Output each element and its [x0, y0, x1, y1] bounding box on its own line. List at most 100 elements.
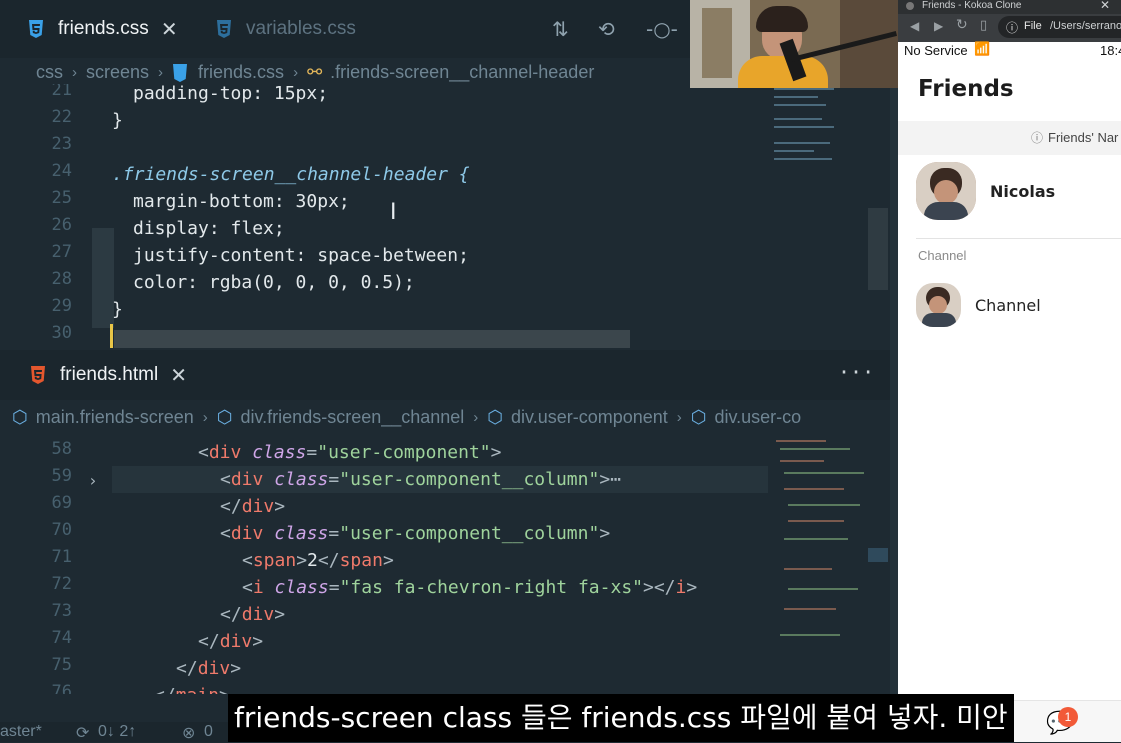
section-label: Channel [918, 248, 967, 263]
chevron-right-icon: › [158, 64, 164, 81]
user-name[interactable]: Nicolas [990, 182, 1055, 201]
code-line: </div> [176, 658, 242, 679]
breadcrumb-item[interactable]: main.friends-screen [36, 407, 194, 428]
page-title: Friends [918, 76, 1014, 102]
line-number: 21 [51, 84, 72, 100]
breadcrumb-item[interactable]: screens [86, 62, 149, 83]
minimap[interactable] [768, 84, 868, 174]
bottom-editor-tabbar: friends.html ✕ ··· [0, 350, 890, 400]
html-code-area[interactable]: › 58 59 69 70 71 72 73 74 75 76 <div cla… [0, 438, 890, 694]
text-cursor [110, 324, 113, 348]
cube-icon: ⬡ [216, 407, 233, 427]
chevron-right-icon: › [202, 409, 208, 426]
tab-label: friends.html [60, 364, 159, 385]
chevron-right-icon: › [293, 64, 299, 81]
line-number: 23 [51, 134, 72, 154]
line-number: 72 [51, 574, 72, 594]
tab-friends-css[interactable]: friends.css ✕ [28, 0, 178, 58]
chevron-right-icon: › [72, 64, 77, 81]
address-bar[interactable]: ⓘ File /Users/serrano [998, 16, 1121, 38]
breadcrumb-item[interactable]: friends.css [198, 62, 284, 83]
address-scheme: File [1024, 20, 1042, 32]
notice-text: Friends' Nar [1048, 130, 1119, 145]
sync-status[interactable]: 0↓ 2↑ [98, 723, 136, 741]
clock: 18:4 [1100, 43, 1121, 58]
bookmark-icon[interactable]: ▯ [980, 18, 987, 33]
fold-chevron-icon[interactable]: › [88, 471, 98, 490]
browser-tab-title[interactable]: Friends - Kokoa Clone [922, 0, 1022, 11]
code-line: .friends-screen__channel-header { [112, 164, 470, 185]
line-number: 26 [51, 215, 72, 235]
cube-icon: ⬡ [690, 407, 707, 427]
sync-icon[interactable]: ⟳ [76, 723, 89, 743]
line-number: 71 [51, 547, 72, 567]
line-number: 27 [51, 242, 72, 262]
breadcrumb: ⬡ main.friends-screen › ⬡ div.friends-sc… [12, 407, 801, 428]
notice-bar[interactable]: ⓘ Friends' Nar [898, 121, 1121, 155]
code-line: <i class="fas fa-chevron-right fa-xs"></… [242, 577, 698, 598]
code-line: } [112, 110, 123, 131]
text-cursor-pointer-icon: I [390, 200, 397, 225]
html-file-icon [31, 366, 45, 384]
code-line: </div> [220, 496, 286, 517]
breadcrumb-item[interactable]: div.user-component [511, 407, 668, 428]
line-number: 76 [51, 682, 72, 694]
vertical-scrollbar[interactable] [868, 208, 888, 290]
code-line: <div class="user-component__column">⋯ [220, 469, 622, 490]
source-control-compare-icon[interactable]: ⇅ [552, 17, 569, 41]
errors-icon[interactable]: ⊗ [182, 723, 195, 743]
forward-icon[interactable]: ▶ [934, 19, 943, 33]
line-number: 58 [51, 439, 72, 459]
carrier-label: No Service [904, 43, 968, 58]
back-icon[interactable]: ◀ [910, 19, 919, 33]
css-code-area[interactable]: 21 22 23 24 25 26 27 28 29 30 padding-to… [0, 84, 890, 350]
code-line: </div> [198, 631, 264, 652]
line-number: 24 [51, 161, 72, 181]
avatar[interactable] [916, 283, 961, 327]
line-number: 30 [51, 323, 72, 343]
horizontal-scrollbar[interactable] [114, 330, 630, 348]
code-line: <div class="user-component__column"> [220, 523, 611, 544]
breadcrumb-item[interactable]: css [36, 62, 63, 83]
symbol-class-icon: ⚯ [307, 62, 323, 82]
address-path: /Users/serrano [1050, 20, 1121, 32]
close-tab-icon[interactable]: ✕ [1100, 0, 1110, 12]
line-number: 22 [51, 107, 72, 127]
git-branch-label[interactable]: aster* [0, 723, 42, 741]
code-line: display: flex; [133, 218, 285, 239]
commit-icon[interactable]: -○- [646, 17, 678, 41]
line-number: 75 [51, 655, 72, 675]
info-icon[interactable]: ⓘ [1006, 19, 1018, 36]
cube-icon: ⬡ [12, 407, 28, 427]
breadcrumb-item[interactable]: div.friends-screen__channel [241, 407, 465, 428]
line-number: 69 [51, 493, 72, 513]
channel-name[interactable]: Channel [975, 296, 1041, 315]
go-back-icon[interactable]: ⟲ [598, 17, 615, 41]
tab-friends-html[interactable]: friends.html ✕ [30, 350, 187, 400]
avatar[interactable] [916, 162, 976, 220]
reload-icon[interactable]: ↻ [956, 17, 968, 33]
line-number: 59 [51, 466, 72, 486]
minimap[interactable] [772, 438, 872, 658]
divider [890, 0, 898, 742]
breadcrumb-item[interactable]: div.user-co [714, 407, 801, 428]
close-icon[interactable]: ✕ [161, 17, 178, 42]
line-number: 73 [51, 601, 72, 621]
code-line: margin-bottom: 30px; [133, 191, 350, 212]
chevron-right-icon: › [676, 409, 682, 426]
line-number: 70 [51, 520, 72, 540]
line-number: 25 [51, 188, 72, 208]
error-count[interactable]: 0 [204, 723, 213, 741]
tab-label: variables.css [246, 18, 356, 39]
tab-variables-css[interactable]: variables.css [216, 0, 356, 58]
more-actions-icon[interactable]: ··· [838, 360, 874, 384]
vertical-scrollbar[interactable] [868, 548, 888, 562]
breadcrumb-item[interactable]: .friends-screen__channel-header [330, 62, 594, 83]
window-control-icon[interactable] [906, 2, 914, 10]
code-line: <div class="user-component"> [198, 442, 502, 463]
cube-icon: ⬡ [487, 407, 504, 427]
notification-badge: 1 [1058, 707, 1078, 727]
close-icon[interactable]: ✕ [170, 363, 187, 388]
line-number: 28 [51, 269, 72, 289]
tab-label: friends.css [58, 18, 149, 39]
